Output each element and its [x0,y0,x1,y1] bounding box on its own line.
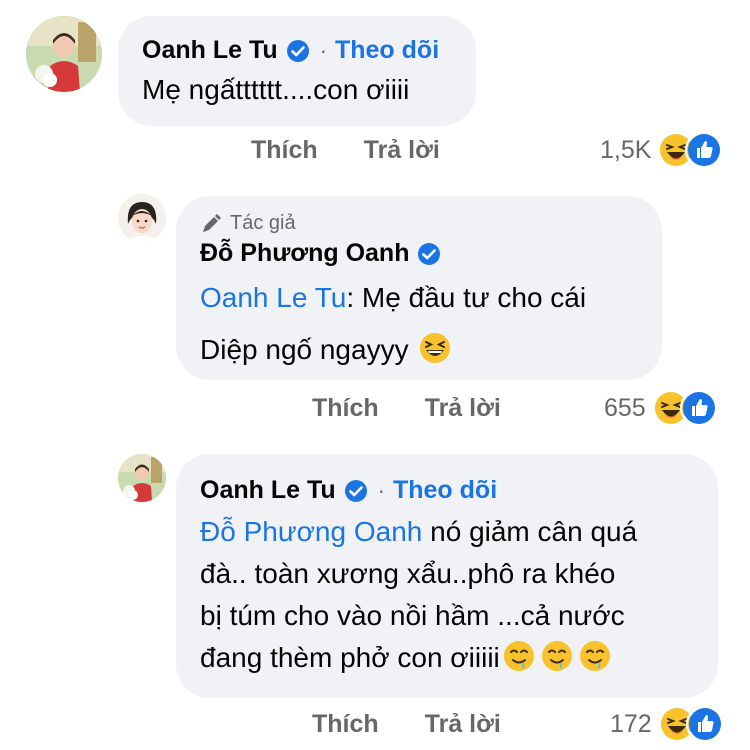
verified-badge-icon [344,479,368,503]
verified-badge-icon [286,39,310,63]
reaction-count: 655 [604,393,646,422]
drooling-face-emoji [502,639,536,673]
follow-button[interactable]: Theo dõi [335,36,439,65]
drooling-face-emoji [578,639,612,673]
like-button[interactable]: Thích [312,394,379,423]
like-reaction-icon [685,131,724,169]
author-badge-row: Tác giả [200,212,638,235]
reaction-count: 1,5K [600,135,652,164]
comment-actions: Thích Trả lời [251,136,440,165]
like-button[interactable]: Thích [251,136,318,165]
comment-header: Đỗ Phương Oanh [200,239,638,268]
comment-actions: Thích Trả lời [312,710,501,739]
comment-bubble: Oanh Le Tu · Theo dõi Mẹ ngấtttttt....co… [118,16,476,126]
comment-text-line: nó giảm cân quá [422,516,638,547]
laughing-emoji [418,331,452,365]
avatar-oanh-le-tu[interactable] [118,454,166,502]
reaction-count: 172 [610,709,652,738]
reaction-summary[interactable]: 172 [610,705,724,743]
author-name[interactable]: Đỗ Phương Oanh [200,239,409,268]
author-name[interactable]: Oanh Le Tu [200,476,336,505]
comment-text-line: : Mẹ đầu tư cho cái [346,282,587,313]
like-reaction-icon [679,389,718,427]
comment-bubble: Oanh Le Tu · Theo dõi Đỗ Phương Oanh nó … [176,454,718,698]
reaction-summary[interactable]: 1,5K [600,131,724,169]
comment-text: Mẹ ngấtttttt....con ơiiii [142,74,410,105]
reply-button[interactable]: Trả lời [425,394,501,423]
comment-text-line: đang thèm phở con ơiiiii [200,642,500,673]
comment-bubble: Tác giả Đỗ Phương Oanh Oanh Le Tu: Mẹ đầ… [176,196,662,380]
comment-header: Oanh Le Tu · Theo dõi [200,476,694,505]
comment-text: Oanh Le Tu: Mẹ đầu tư cho cái Diệp ngố n… [200,272,638,376]
follow-button[interactable]: Theo dõi [393,476,497,505]
author-name[interactable]: Oanh Le Tu [142,36,278,65]
reaction-summary[interactable]: 655 [604,389,718,427]
mention-link[interactable]: Oanh Le Tu [200,282,346,313]
comment-text-line: đà.. toàn xương xẩu..phô ra khéo [200,558,616,589]
comment-text-line: bị túm cho vào nồi hầm ...cả nước [200,600,625,631]
avatar-do-phuong-oanh[interactable] [118,194,166,242]
reply-button[interactable]: Trả lời [364,136,440,165]
separator-dot: · [319,37,327,63]
like-reaction-icon [685,705,724,743]
separator-dot: · [377,477,385,503]
comment-text-line: Diệp ngố ngayyy [200,334,409,365]
comment-header: Oanh Le Tu · Theo dõi [142,36,452,65]
comment-actions: Thích Trả lời [312,394,501,423]
avatar-oanh-le-tu[interactable] [26,16,102,92]
verified-badge-icon [417,242,441,266]
author-badge-label: Tác giả [230,212,296,234]
like-button[interactable]: Thích [312,710,379,739]
reply-button[interactable]: Trả lời [425,710,501,739]
mention-link[interactable]: Đỗ Phương Oanh [200,516,422,547]
pen-icon [200,213,222,235]
comment-text: Đỗ Phương Oanh nó giảm cân quá đà.. toàn… [200,511,694,679]
drooling-face-emoji [540,639,574,673]
